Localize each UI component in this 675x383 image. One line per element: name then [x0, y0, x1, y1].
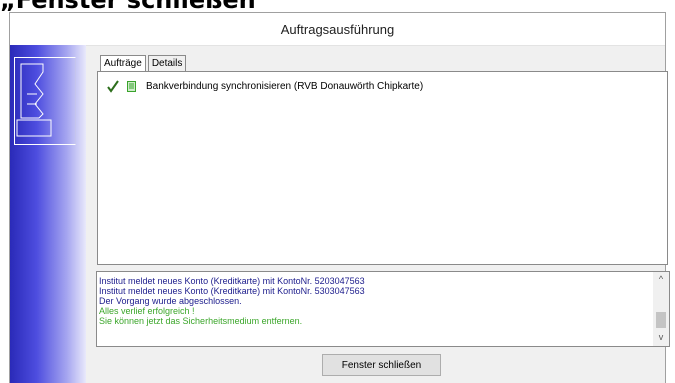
log-line: Der Vorgang wurde abgeschlossen. [99, 296, 242, 306]
log-output[interactable]: Institut meldet neues Konto (Kreditkarte… [96, 271, 670, 347]
job-list: Bankverbindung synchronisieren (RVB Dona… [97, 71, 668, 265]
tab-strip: Aufträge Details [100, 55, 188, 72]
list-item[interactable]: Bankverbindung synchronisieren (RVB Dona… [106, 79, 423, 93]
title-bar: Auftragsausführung [10, 13, 665, 46]
checkmark-icon [107, 80, 119, 93]
side-banner [10, 45, 86, 383]
scroll-thumb[interactable] [656, 312, 666, 328]
scroll-up-arrow-icon[interactable]: ^ [653, 274, 669, 286]
transfer-diagram-icon [16, 63, 52, 137]
log-line: Institut meldet neues Konto (Kreditkarte… [99, 276, 365, 286]
document-icon [127, 80, 136, 92]
tab-details[interactable]: Details [147, 55, 187, 72]
log-line: Sie können jetzt das Sicherheitsmedium e… [99, 316, 303, 326]
tab-auftraege[interactable]: Aufträge [100, 55, 146, 72]
log-lines: Institut meldet neues Konto (Kreditkarte… [99, 276, 365, 326]
log-scrollbar[interactable]: ^ v [653, 272, 669, 346]
log-line: Alles verlief erfolgreich ! [99, 306, 195, 316]
job-execution-dialog: Auftragsausführung Aufträge Details Bank… [9, 12, 670, 383]
window-title: Auftragsausführung [280, 21, 395, 37]
logo-frame [14, 57, 76, 145]
log-line: Institut meldet neues Konto (Kreditkarte… [99, 286, 365, 296]
scroll-down-arrow-icon[interactable]: v [653, 332, 669, 344]
close-window-button[interactable]: Fenster schließen [322, 354, 441, 376]
job-label: Bankverbindung synchronisieren (RVB Dona… [146, 80, 424, 92]
